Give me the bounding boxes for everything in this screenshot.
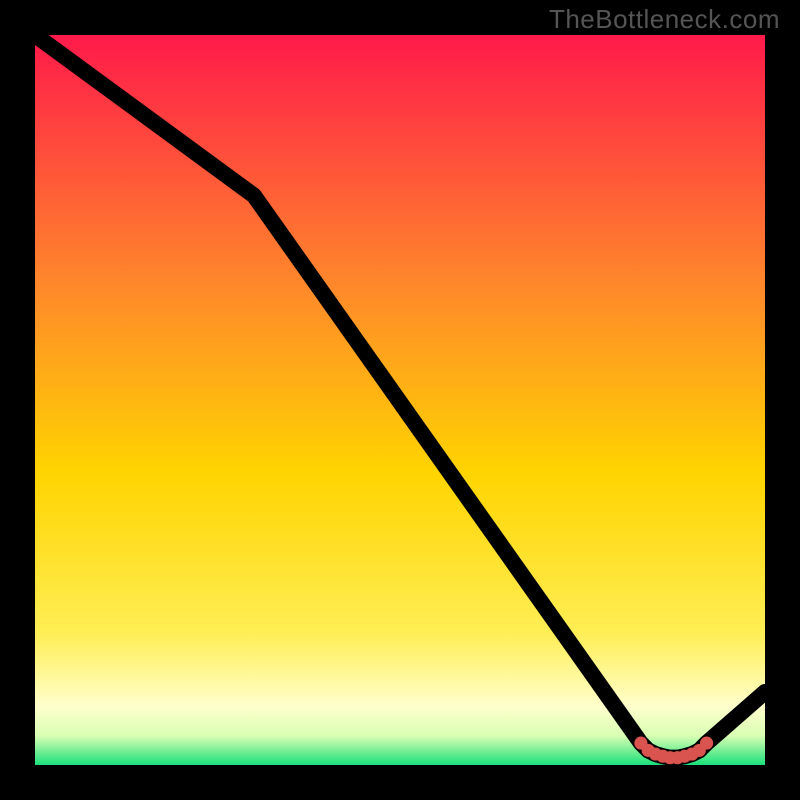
plot-area xyxy=(35,35,765,765)
chart-svg xyxy=(35,35,765,765)
chart-frame: TheBottleneck.com xyxy=(0,0,800,800)
watermark-text: TheBottleneck.com xyxy=(549,4,780,35)
marker-point xyxy=(700,737,713,750)
main-curve xyxy=(35,35,765,758)
